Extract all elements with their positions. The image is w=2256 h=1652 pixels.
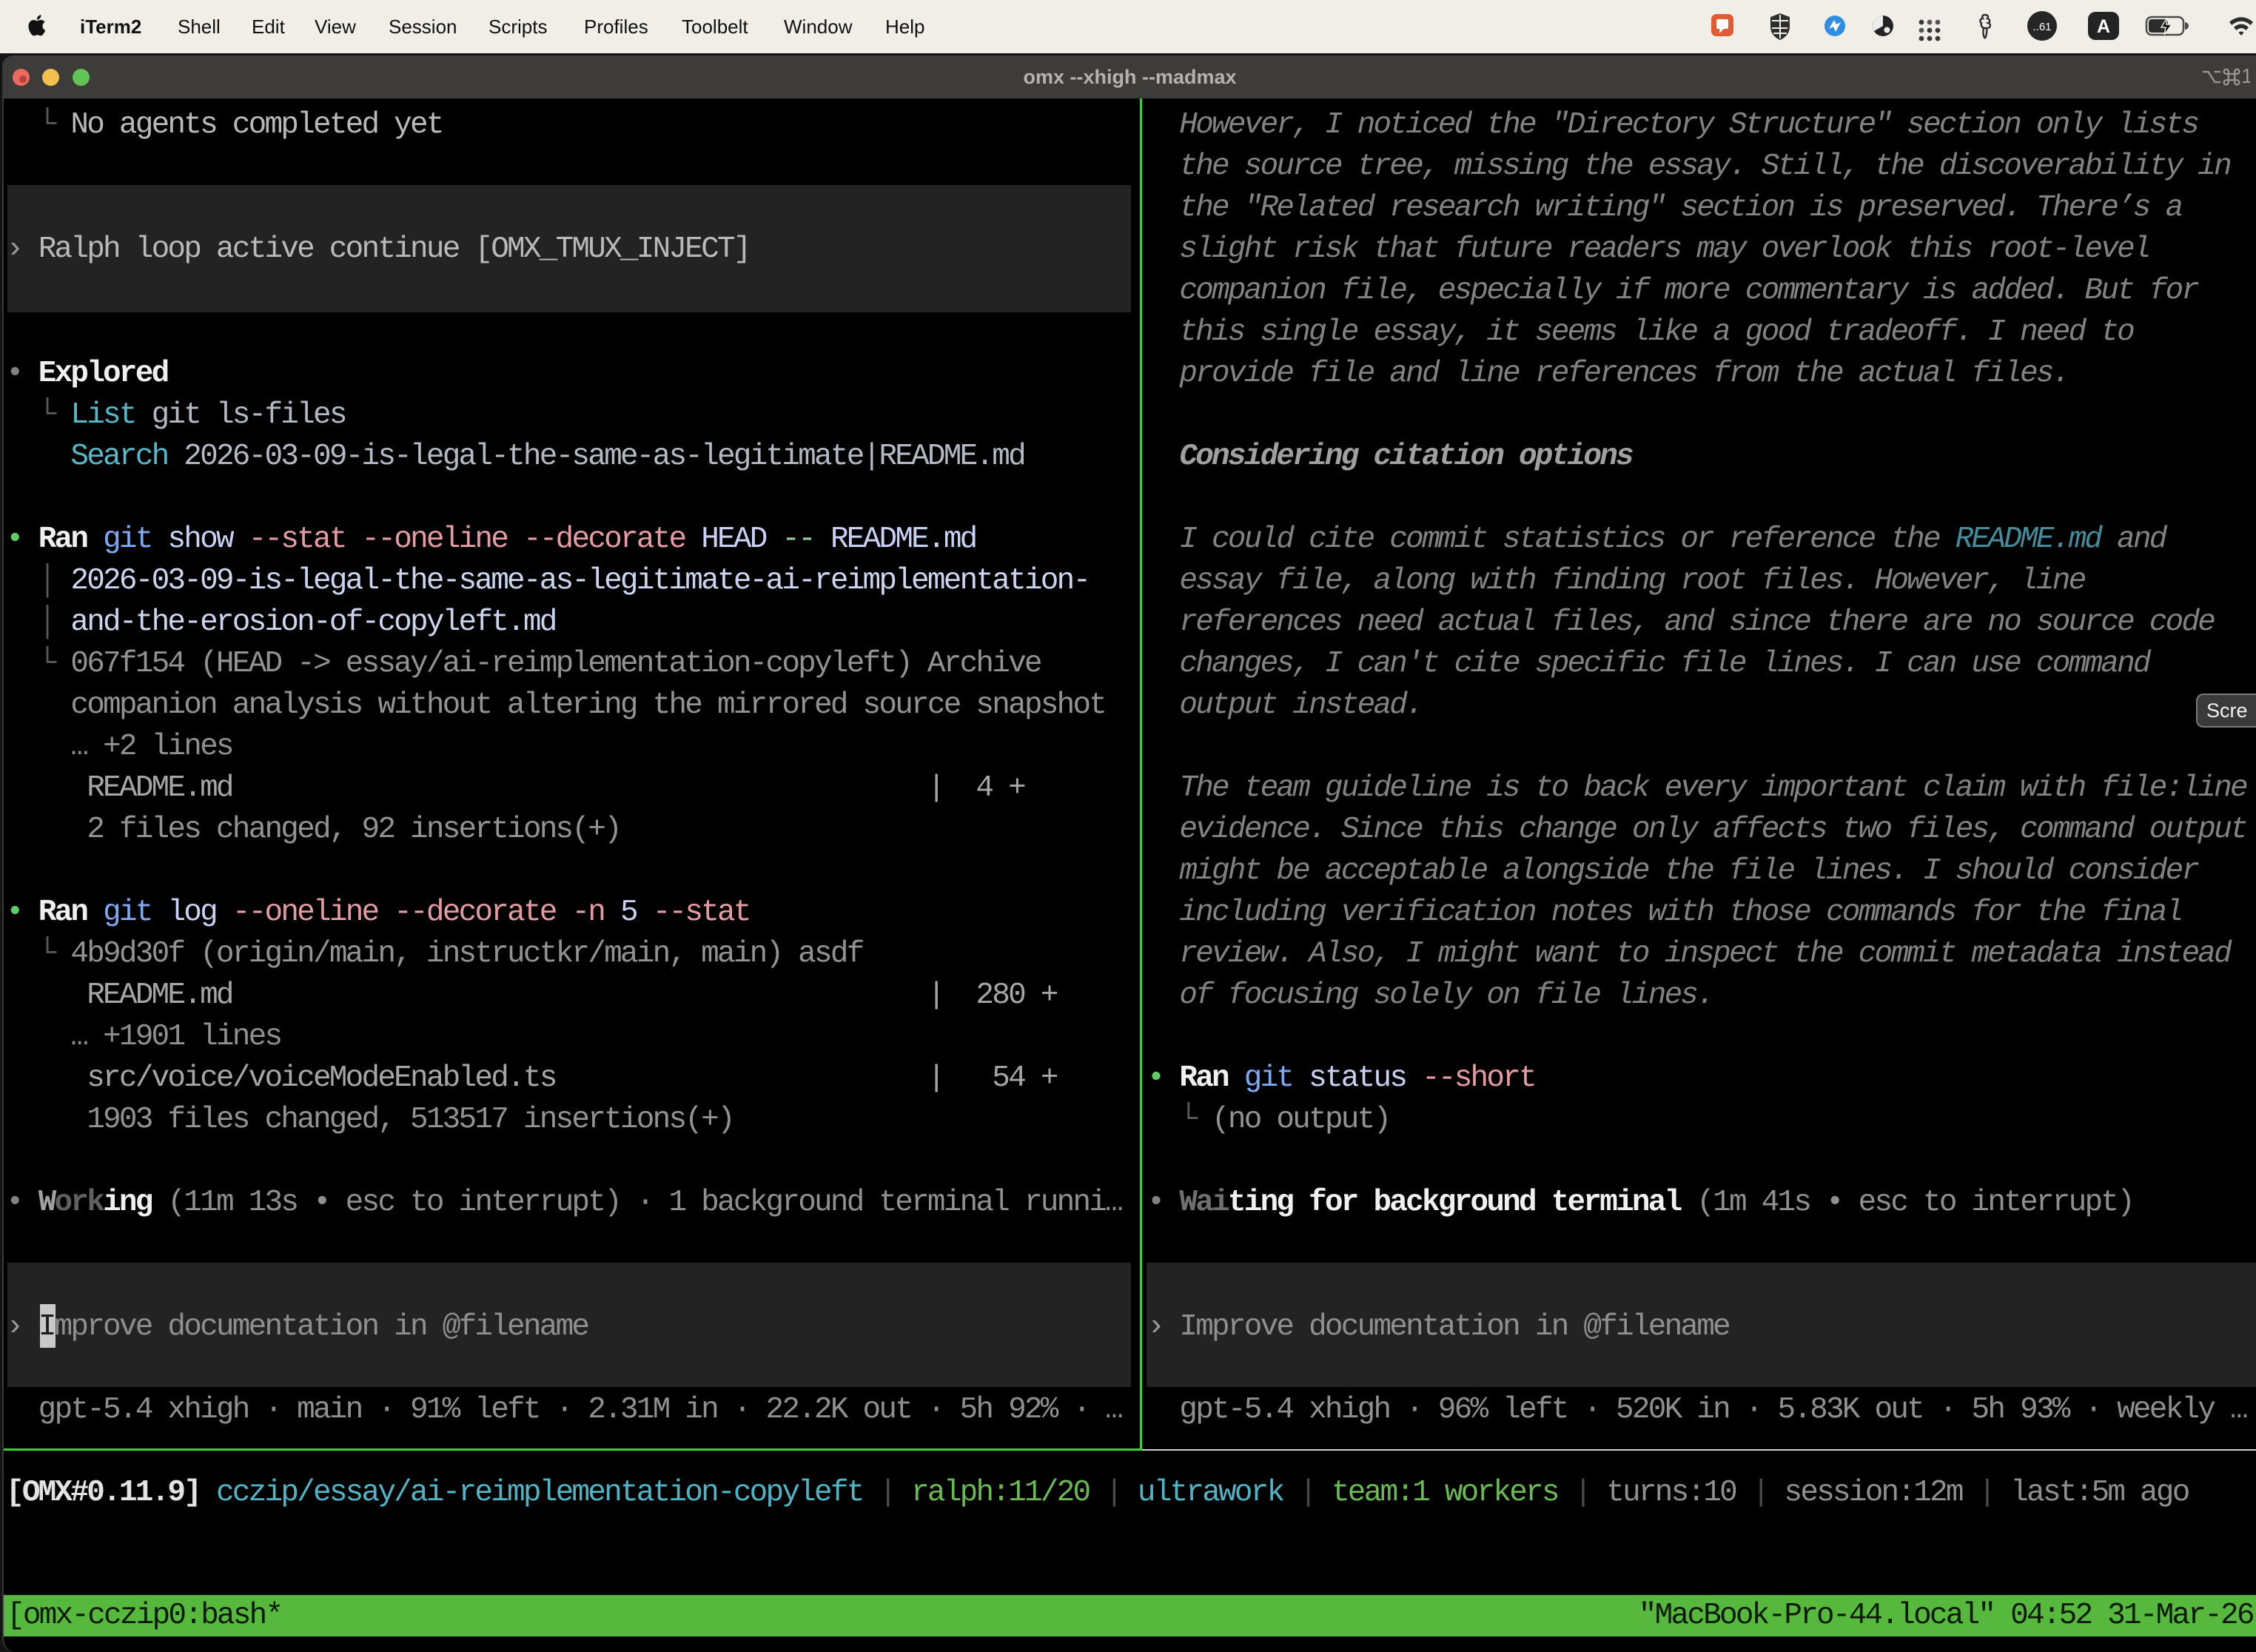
svg-text:A: A <box>2097 16 2110 37</box>
svg-text:..61: ..61 <box>2032 21 2051 33</box>
